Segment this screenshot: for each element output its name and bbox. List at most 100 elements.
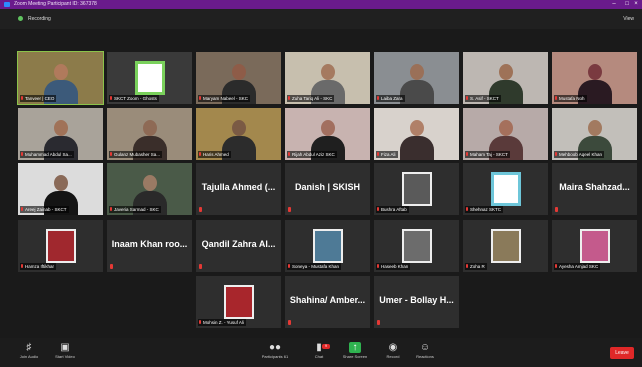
leave-meeting-button[interactable]: Leave (610, 347, 634, 359)
mic-muted-icon (465, 263, 469, 270)
participant-video (53, 120, 68, 136)
mic-muted-icon (376, 206, 380, 213)
record-icon: ◉ (388, 342, 398, 353)
participant-video (399, 136, 434, 160)
participant-tile[interactable]: Haseeb Khan (374, 220, 459, 272)
mic-muted-icon (20, 95, 24, 102)
participant-name-label: Zuha Tariq Ali - SKC (287, 95, 335, 102)
participants-button[interactable]: ●● Participants 61 (258, 342, 292, 366)
mic-muted-icon (199, 207, 202, 212)
participant-tile[interactable]: Mustafa Noh (552, 52, 637, 104)
participants-count: 61 (283, 354, 289, 359)
participant-name-label: S. Asif - SKCT (465, 95, 501, 102)
mic-muted-icon (20, 263, 24, 270)
chat-unread-badge: 9 (322, 344, 330, 349)
mic-muted-icon (554, 151, 558, 158)
mic-muted-icon (465, 151, 469, 158)
mic-muted-icon (287, 151, 291, 158)
participant-tile[interactable]: Javeria Sarmad - SKC (107, 163, 192, 215)
participant-video (231, 64, 246, 80)
participant-tile[interactable]: Ayesha Amjad SKC (552, 220, 637, 272)
participant-display-name: Qandil Zahra Al... (201, 239, 276, 249)
mic-muted-icon (554, 95, 558, 102)
participant-video (498, 64, 513, 80)
participant-tile[interactable]: Rijah Abdul Aziz SKC (285, 108, 370, 160)
headphones-icon: ♯ (26, 342, 32, 353)
join-audio-button[interactable]: ♯ Join Audio (12, 342, 46, 366)
record-button[interactable]: ◉ Record (376, 342, 410, 366)
participant-tile[interactable]: Tanveer | CEO (17, 51, 104, 105)
participant-tile[interactable]: Umer - Bollay H... (374, 276, 459, 328)
participant-display-name: Inaam Khan roo... (111, 239, 188, 249)
participant-logo (134, 61, 165, 95)
mic-muted-icon (555, 207, 558, 212)
reactions-button[interactable]: ☺ Reactions (408, 342, 442, 366)
participant-display-name: Umer - Bollay H... (379, 295, 454, 305)
participant-tile[interactable]: Maham Taj - SKCT (463, 108, 548, 160)
participant-tile[interactable]: Gulanz Mubasher Sa... (107, 108, 192, 160)
mic-muted-icon (110, 264, 113, 269)
participant-profile-picture (223, 285, 254, 319)
participant-tile[interactable]: Areej Zainab - SKCT (18, 163, 103, 215)
participant-tile[interactable]: S. Asif - SKCT (463, 52, 548, 104)
mic-muted-icon (287, 95, 291, 102)
participant-video (320, 64, 335, 80)
participant-tile[interactable]: Tajulla Ahmed (... (196, 163, 281, 215)
participant-tile[interactable]: Shahina/ Amber... (285, 276, 370, 328)
participants-icon: ●● (269, 342, 282, 353)
participant-name-label: SKCT Zoom - Ghosts (109, 95, 159, 102)
mic-muted-icon (109, 95, 113, 102)
participant-video (53, 64, 68, 80)
start-video-button[interactable]: ▣ Start Video (48, 342, 82, 366)
participant-display-name: Shahina/ Amber... (289, 295, 366, 305)
participant-tile[interactable]: Laiba Zara (374, 52, 459, 104)
participant-display-name: Maira Shahzad... (559, 182, 630, 192)
participant-logo (490, 172, 521, 206)
participant-tile[interactable]: Shehnaz SKTC (463, 163, 548, 215)
participant-tile[interactable]: Bushra Aftab (374, 163, 459, 215)
share-screen-button[interactable]: ↑ Share Screen (338, 342, 372, 366)
mic-muted-icon (465, 206, 469, 213)
video-off-icon: ▣ (60, 342, 70, 353)
participant-tile[interactable]: Hamza Iftikhar (18, 220, 103, 272)
mic-muted-icon (198, 151, 202, 158)
chat-button[interactable]: ▮ 9 Chat (302, 342, 336, 366)
participant-tile[interactable]: Inaam Khan roo... (107, 220, 192, 272)
participant-tile[interactable]: Haris Ahmed (196, 108, 281, 160)
participant-tile[interactable]: Zoha R (463, 220, 548, 272)
participant-profile-picture (579, 229, 610, 263)
participant-video (409, 120, 424, 136)
mic-muted-icon (109, 151, 113, 158)
participant-tile[interactable]: Mehboob Aqeel Khan (552, 108, 637, 160)
mic-muted-icon (554, 263, 558, 270)
participant-video (399, 80, 434, 104)
participant-name-label: Haseeb Khan (376, 263, 411, 270)
participant-name-label: Shehnaz SKTC (465, 206, 504, 213)
participant-tile[interactable]: Soneya - Mustafa Khan (285, 220, 370, 272)
participant-tile[interactable]: Maryam Nabeel - SKC (196, 52, 281, 104)
participant-tile[interactable]: Mohsin Z. - Yusuf Ali (196, 276, 281, 328)
participant-name-label: Mustafa Noh (554, 95, 587, 102)
participant-video (409, 64, 424, 80)
participant-video (498, 120, 513, 136)
participant-name-label: Maryam Nabeel - SKC (198, 95, 251, 102)
participant-tile[interactable]: Zuha Tariq Ali - SKC (285, 52, 370, 104)
participant-tile[interactable]: Maira Shahzad... (552, 163, 637, 215)
participant-tile[interactable]: SKCT Zoom - Ghosts (107, 52, 192, 104)
participant-profile-picture (490, 229, 521, 263)
mic-muted-icon (376, 95, 380, 102)
participant-tile[interactable]: Fiza Ali (374, 108, 459, 160)
participant-name-label: Javeria Sarmad - SKC (109, 206, 161, 213)
participant-name-label: Muhammad Abdul Sa... (20, 151, 74, 158)
mic-muted-icon (20, 151, 24, 158)
participant-video (53, 175, 68, 191)
participant-name-label: Mehboob Aqeel Khan (554, 151, 605, 158)
participant-video (231, 120, 246, 136)
mic-muted-icon (376, 263, 380, 270)
participant-tile[interactable]: Qandil Zahra Al... (196, 220, 281, 272)
mic-muted-icon (465, 95, 469, 102)
participant-tile[interactable]: Muhammad Abdul Sa... (18, 108, 103, 160)
participant-gallery: Tanveer | CEO SKCT Zoom - Ghosts Maryam Na… (0, 0, 642, 367)
reactions-icon: ☺ (419, 342, 431, 353)
participant-tile[interactable]: Danish | SKISH (285, 163, 370, 215)
